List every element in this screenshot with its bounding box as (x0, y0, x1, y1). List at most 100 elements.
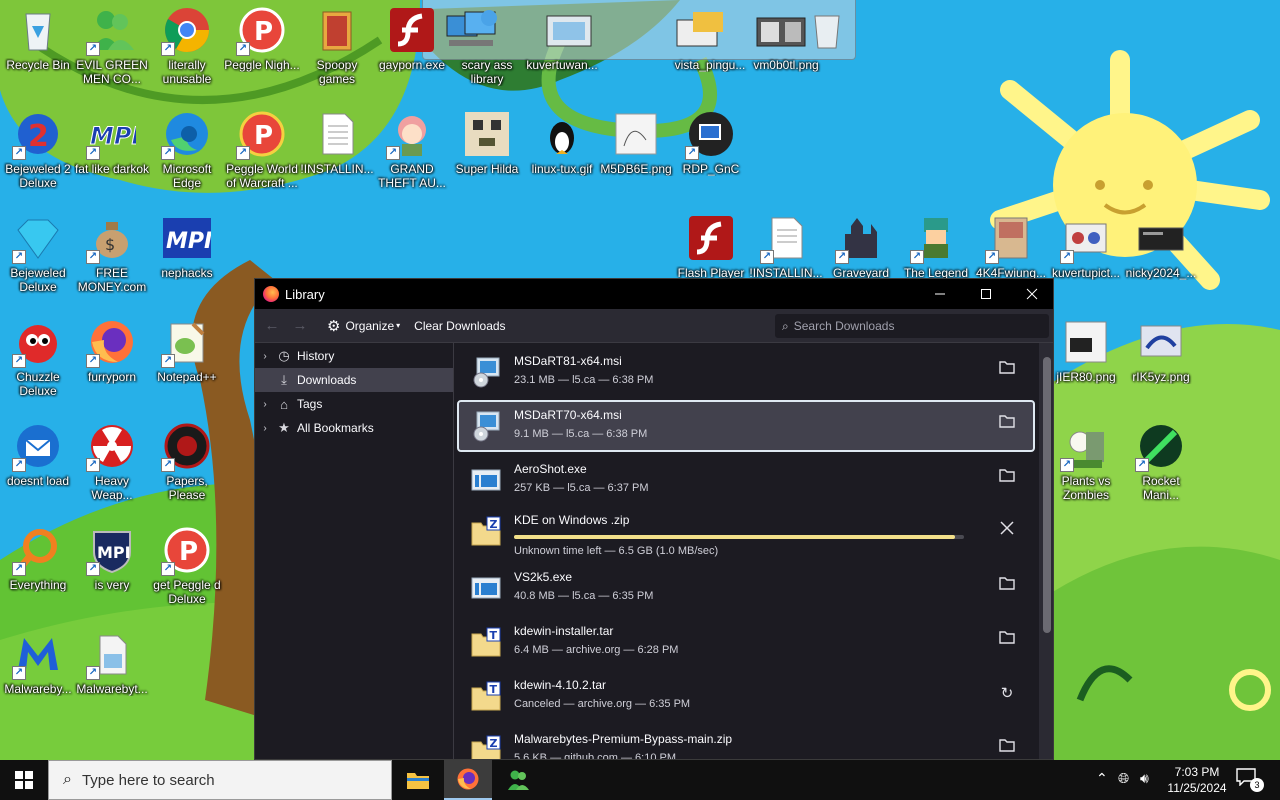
show-in-folder-button[interactable] (997, 468, 1017, 488)
sidebar-item-label: History (297, 349, 335, 363)
speaker-icon: 🔊︎ (1140, 770, 1149, 786)
downloads-scrollbar[interactable] (1039, 343, 1053, 759)
clear-downloads-button[interactable]: Clear Downloads (414, 319, 505, 333)
taskbar-app-file-explorer[interactable] (394, 760, 442, 800)
image-file-icon (1137, 318, 1185, 366)
pixel-hero-icon: ↗ (910, 214, 960, 264)
desktop-icon[interactable]: kuvertuwan... (524, 0, 600, 96)
taskbar-clock[interactable]: 7:03 PM 11/25/2024 (1160, 764, 1234, 796)
show-in-folder-button[interactable] (997, 414, 1017, 434)
download-item[interactable]: MSDaRT81-x64.msi 23.1 MB — l5.ca — 6:38 … (457, 346, 1035, 398)
close-button[interactable] (1009, 279, 1053, 309)
sidebar-item-all-bookmarks[interactable]: › ★ All Bookmarks (255, 416, 453, 440)
cancel-download-button[interactable] (997, 521, 1017, 541)
desktop-icon[interactable]: ↗ Papers, Please (149, 416, 225, 512)
taskbar-search-input[interactable] (81, 771, 362, 789)
taskbar-app-firefox[interactable] (444, 760, 492, 800)
show-in-folder-button[interactable] (997, 738, 1017, 758)
desktop-icon-label: fat like darkok (74, 162, 150, 176)
desktop-icon[interactable]: ↗ kuvertupict... (1048, 208, 1124, 304)
search-downloads-field[interactable]: ⌕ (775, 314, 1049, 338)
desktop-icon[interactable]: linux-tux.gif (524, 104, 600, 200)
download-item[interactable]: Z Malwarebytes-Premium-Bypass-main.zip 5… (457, 724, 1035, 759)
desktop-icon-label: Papers, Please (166, 474, 208, 502)
desktop-icon[interactable]: MPI nephacks (149, 208, 225, 304)
notepadpp-icon: ↗ (161, 318, 211, 368)
action-center-button[interactable]: 3 (1236, 768, 1264, 792)
desktop-icon[interactable]: !INSTALLIN... (299, 104, 375, 200)
show-hidden-icons-button[interactable]: ⌃ (1096, 770, 1108, 787)
desktop-icon[interactable]: MPI ↗ fat like darkok (74, 104, 150, 200)
organize-menu-button[interactable]: ⚙ Organize ▾ (327, 317, 400, 335)
minimize-button[interactable] (917, 279, 963, 309)
chevron-up-icon: ⌃ (1096, 770, 1108, 786)
desktop-icon[interactable]: ↗ Plants vs Zombies (1048, 416, 1124, 512)
desktop-icon[interactable]: MPI ↗ is very (74, 520, 150, 616)
download-item[interactable]: AeroShot.exe 257 KB — l5.ca — 6:37 PM (457, 454, 1035, 506)
desktop-icon[interactable]: P ↗ Peggle Nigh... (224, 0, 300, 96)
retry-download-button[interactable]: ↻ (997, 684, 1017, 704)
download-status: 9.1 MB — l5.ca — 6:38 PM (514, 428, 648, 440)
desktop-icon[interactable]: ↗ RDP_GnC (673, 104, 749, 200)
desktop-icon[interactable]: Spoopy games (299, 0, 375, 96)
volume-tray-button[interactable]: 🔊︎ (1140, 770, 1149, 787)
desktop-icon[interactable]: ↗ doesnt load (0, 416, 76, 512)
back-button[interactable]: ← (261, 317, 283, 334)
desktop-icon[interactable]: $ ↗ FREE MONEY.com (74, 208, 150, 304)
download-status: Unknown time left — 6.5 GB (1.0 MB/sec) (514, 545, 719, 557)
desktop-icon[interactable]: Super Hilda (449, 104, 525, 200)
taskbar-app-messenger[interactable] (494, 760, 542, 800)
desktop-icon[interactable]: ↗ Malwarebyt... (74, 624, 150, 720)
desktop-icon[interactable]: M5DB6E.png (598, 104, 674, 200)
chevron-right-icon[interactable]: › (255, 351, 275, 362)
desktop-icon[interactable]: ↗ Malwareby... (0, 624, 76, 720)
desktop-icon[interactable]: ↗ Microsoft Edge (149, 104, 225, 200)
download-item[interactable]: VS2k5.exe 40.8 MB — l5.ca — 6:35 PM (457, 562, 1035, 614)
desktop-icon[interactable]: ↗ Rocket Mani... (1123, 416, 1199, 512)
scrollbar-thumb[interactable] (1043, 357, 1051, 633)
download-item-canceled[interactable]: T kdewin-4.10.2.tar Canceled — archive.o… (457, 670, 1035, 722)
desktop-icon[interactable]: nicky2024_... (1123, 208, 1199, 304)
desktop-icon[interactable]: rIK5yz.png (1123, 312, 1199, 408)
forward-button[interactable]: → (289, 317, 311, 334)
desktop-icon[interactable]: jIER80.png (1048, 312, 1124, 408)
desktop-icon[interactable]: ↗ furryporn (74, 312, 150, 408)
desktop-icon[interactable]: vm0b0tl.png (748, 0, 824, 96)
search-downloads-input[interactable] (793, 319, 1034, 333)
rocket-mania-icon: ↗ (1135, 422, 1185, 472)
desktop-icon[interactable]: ↗ GRAND THEFT AU... (374, 104, 450, 200)
sidebar-item-tags[interactable]: › ⌂ Tags (255, 392, 453, 416)
desktop-icon[interactable]: scary ass library (449, 0, 525, 96)
maximize-button[interactable] (963, 279, 1009, 309)
desktop-icon[interactable]: ↗ Heavy Weap... (74, 416, 150, 512)
download-item-in-progress[interactable]: Z KDE on Windows .zip Unknown time left … (457, 505, 1035, 557)
desktop-icon[interactable]: ↗ Bejeweled Deluxe (0, 208, 76, 304)
desktop-icon[interactable]: gayporn.exe (374, 0, 450, 96)
desktop-icon[interactable]: ↗ Everything (0, 520, 76, 616)
desktop-icon[interactable]: ↗ Notepad++ (149, 312, 225, 408)
show-in-folder-button[interactable] (997, 360, 1017, 380)
chevron-right-icon[interactable]: › (255, 399, 275, 410)
bejeweled2-icon: 2 ↗ (12, 110, 62, 160)
desktop-icon[interactable]: P ↗ get Peggle d Deluxe (149, 520, 225, 616)
desktop-icon[interactable]: ↗ literally unusable (149, 0, 225, 96)
chevron-right-icon[interactable]: › (255, 423, 275, 434)
show-in-folder-button[interactable] (997, 630, 1017, 650)
desktop-icon[interactable]: 2 ↗ Bejeweled 2 Deluxe (0, 104, 76, 200)
desktop-icon[interactable]: Recycle Bin (0, 0, 76, 96)
taskbar-search-box[interactable]: ⌕ (48, 760, 392, 800)
window-titlebar[interactable]: Library (255, 279, 1053, 309)
network-tray-button[interactable]: 🌐︎ (1118, 770, 1129, 787)
show-in-folder-button[interactable] (997, 576, 1017, 596)
desktop-icon-label: EVIL GREEN MEN CO... (76, 58, 148, 86)
download-item[interactable]: T kdewin-installer.tar 6.4 MB — archive.… (457, 616, 1035, 668)
desktop-icon[interactable]: ↗ EVIL GREEN MEN CO... (74, 0, 150, 96)
sidebar-item-history[interactable]: › ◷ History (255, 344, 453, 368)
desktop-icon[interactable]: P ↗ Peggle World of Warcraft ... (224, 104, 300, 200)
download-item-selected[interactable]: MSDaRT70-x64.msi 9.1 MB — l5.ca — 6:38 P… (457, 400, 1035, 452)
desktop-icon[interactable]: vista_pingu... (672, 0, 748, 96)
download-filename: kdewin-installer.tar (514, 624, 614, 638)
start-button[interactable] (0, 760, 48, 800)
sidebar-item-downloads[interactable]: ⤓ Downloads (255, 368, 453, 392)
desktop-icon[interactable]: ↗ Chuzzle Deluxe (0, 312, 76, 408)
